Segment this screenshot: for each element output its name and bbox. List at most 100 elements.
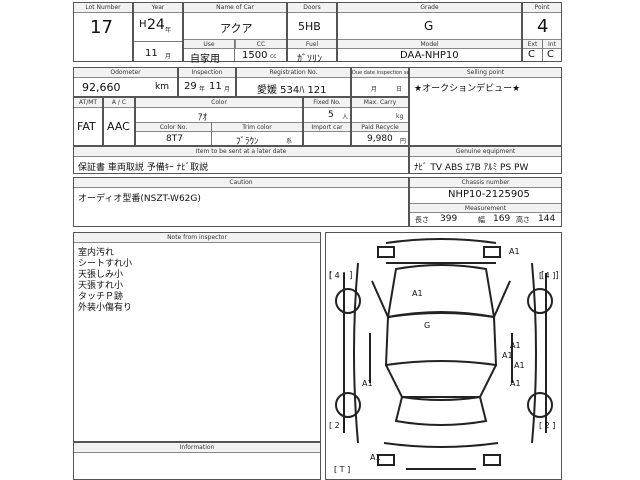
lot-cell: Lot Number 17 [73, 2, 133, 62]
fixed-no-cell: Fixed No. 5 人 Import car [303, 97, 351, 146]
chassis-cell: Chassis number NHP10-2125905 Measurement… [409, 177, 562, 227]
car-name: アクア [220, 22, 253, 35]
point-label: Point [523, 3, 561, 13]
fuel-value: ｶﾞｿﾘﾝ [297, 54, 322, 65]
length-value: 399 [440, 214, 458, 224]
fuel-label: Fuel [288, 39, 336, 49]
damage-mark-roof: G [424, 321, 431, 330]
fixed-no-label: Fixed No. [304, 98, 350, 108]
paid-recycle-value: 9,980 [367, 134, 393, 144]
equipment-label: Genuine equipment [410, 147, 561, 157]
information-label: Information [74, 443, 320, 453]
color-label: Color [136, 98, 302, 108]
chassis-value: NHP10-2125905 [448, 189, 530, 200]
ext-value: C [528, 49, 535, 60]
ext-label: Ext [523, 39, 542, 49]
max-carry-label: Max. Carry [352, 98, 408, 108]
ac-label: A / C [104, 98, 134, 108]
car-outline-drawing: [] [] [329, 238, 559, 470]
year-unit: 年 [165, 27, 172, 34]
damage-mark-right-2: A1 [502, 351, 513, 360]
odometer-unit: km [155, 82, 169, 92]
inspection-year: 29 [184, 81, 197, 92]
equipment-value: ﾅﾋﾞ TV ABS ｴｱB ｱﾙﾐ PS PW [414, 163, 529, 173]
svg-text:]: ] [349, 271, 353, 281]
damage-mark-right-1: A1 [510, 341, 521, 350]
car-diagram: [] [] [ 4 ] [ 4 ] [ 2 ] [ 2 ] [ T ] A1 A… [325, 232, 562, 480]
point-cell: Point 4 Ext Int C C [522, 2, 562, 62]
name-label: Name of Car [184, 3, 286, 13]
svg-text:]: ] [555, 271, 559, 281]
due-date-cell: Due date inspection service 月 日 [351, 67, 422, 97]
due-month-unit: 月 [371, 86, 378, 93]
fixed-no-unit: 人 [342, 114, 349, 121]
int-value: C [547, 49, 554, 60]
month-value: 11 [145, 48, 158, 59]
color-no-label: Color No. [136, 122, 211, 132]
due-day-unit: 日 [396, 86, 403, 93]
int-label: Int [542, 39, 561, 49]
inspection-year-unit: 年 [199, 86, 206, 93]
information-cell: Information [73, 442, 321, 480]
doors-value: 5HB [298, 20, 321, 33]
selling-point-label: Selling point [410, 68, 561, 78]
damage-mark-front-right: A1 [509, 247, 520, 256]
caution-value: オーディオ型番(NSZT-W62G) [78, 194, 201, 204]
use-value: 自家用 [190, 54, 220, 65]
paid-recycle-unit: 円 [400, 138, 407, 145]
name-cell: Name of Car アクア Use 自家用 CC 1500 cc [183, 2, 287, 65]
month-unit: 月 [165, 53, 172, 60]
damage-mark-hood: A1 [412, 289, 423, 298]
max-carry-unit: kg [396, 113, 404, 120]
trim-color-label: Trim color [211, 122, 302, 132]
inspection-month: 11 [209, 81, 222, 92]
model-label: Model [338, 39, 521, 49]
spare-tire-mark: [ T ] [334, 465, 351, 474]
length-label: 長さ [415, 216, 429, 224]
tire-rear-left-mark: [ 2 ] [329, 421, 346, 430]
use-label: Use [184, 39, 234, 49]
grade-value: G [424, 19, 434, 33]
selling-point-cell: Selling point ★オークションデビュー★ [409, 67, 562, 146]
atmt-label: AT/MT [74, 98, 102, 108]
registration-cell: Registration No. 愛媛 534ﾊ 121 [236, 67, 351, 97]
doors-label: Doors [288, 3, 336, 13]
ac-cell: A / C AAC [103, 97, 135, 146]
year-cell: Year H 24 年 11 月 [133, 2, 183, 62]
odometer-cell: Odometer 92,660 km [73, 67, 178, 97]
caution-label: Caution [74, 178, 408, 188]
height-value: 144 [538, 214, 556, 224]
equipment-cell: Genuine equipment ﾅﾋﾞ TV ABS ｴｱB ｱﾙﾐ PS … [409, 146, 562, 174]
items-later-value: 保証書 車両取説 予備ｷｰ ﾅﾋﾞ取説 [78, 163, 209, 173]
inspector-note-label: Note from inspector [74, 233, 320, 243]
grade-label: Grade [338, 3, 521, 13]
due-date-label: Due date inspection service [352, 68, 422, 78]
inspector-note-cell: Note from inspector 室内汚れ シートすれ小 天張しみ小 天張… [73, 232, 321, 442]
cc-label: CC [235, 39, 286, 49]
items-later-cell: Item to be sent at a later date 保証書 車両取説… [73, 146, 409, 174]
registration-label: Registration No. [237, 68, 350, 78]
year-era: H [139, 19, 147, 30]
items-later-label: Item to be sent at a later date [74, 147, 408, 157]
paid-recycle-label: Paid Recycle [352, 122, 408, 132]
year-label: Year [134, 3, 182, 13]
cc-value: 1500 [242, 50, 268, 61]
tire-front-left-mark: [ 4 ] [329, 271, 346, 280]
damage-mark-right-3: A1 [514, 361, 525, 370]
lot-number: 17 [90, 17, 113, 38]
doors-cell: Doors 5HB Fuel ｶﾞｿﾘﾝ [287, 2, 337, 65]
damage-mark-rear-right: A1 [510, 379, 521, 388]
point-value: 4 [537, 16, 549, 37]
inspection-label: Inspection [179, 68, 235, 78]
damage-mark-left-rear: A1 [362, 379, 373, 388]
atmt-value: FAT [77, 120, 96, 133]
caution-cell: Caution オーディオ型番(NSZT-W62G) [73, 177, 409, 227]
ac-value: AAC [107, 120, 130, 133]
inspection-cell: Inspection 29 年 11 月 [178, 67, 236, 97]
model-value: DAA-NHP10 [400, 50, 459, 61]
odometer-value: 92,660 [82, 81, 121, 94]
year-value: 24 [147, 17, 165, 33]
cc-unit: cc [270, 53, 277, 60]
fixed-no-value: 5 [328, 110, 334, 120]
inspector-note-6: 外装小傷有り [78, 303, 133, 313]
